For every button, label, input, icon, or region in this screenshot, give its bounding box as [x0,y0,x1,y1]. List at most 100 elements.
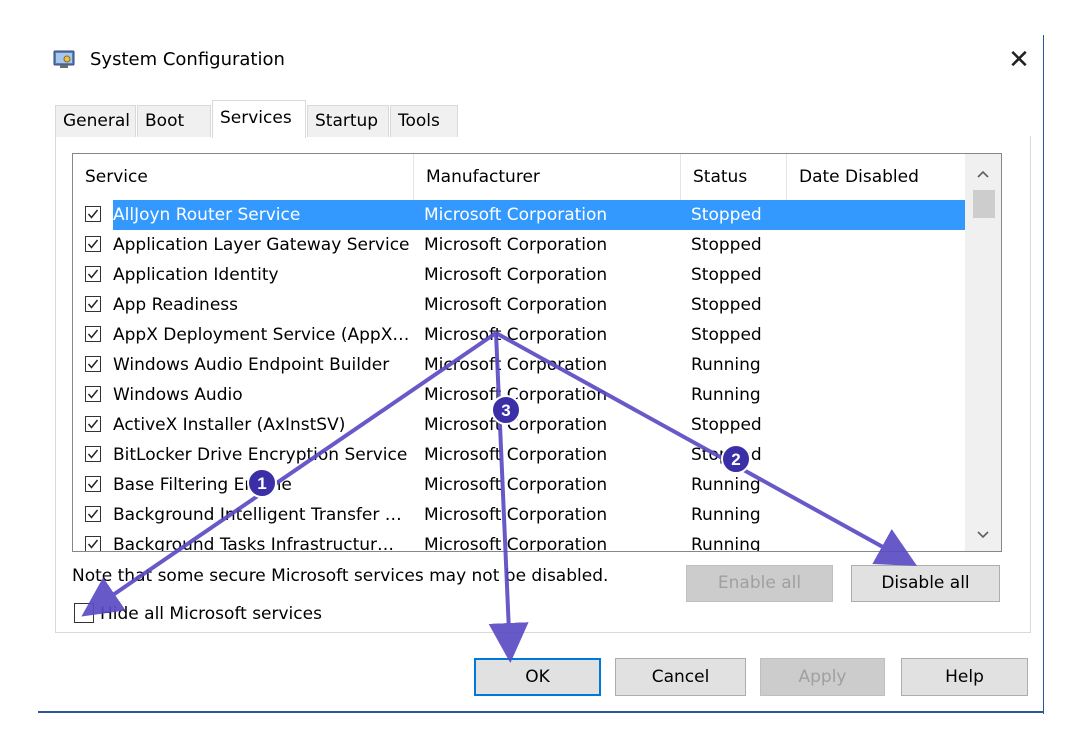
column-header-manufacturer[interactable]: Manufacturer [414,154,681,200]
service-date-disabled [797,230,957,260]
vertical-scrollbar[interactable] [965,154,1001,551]
tab-general[interactable]: General [55,105,136,137]
service-status: Stopped [691,325,762,345]
service-name: Base Filtering Engine [113,475,292,495]
window-title: System Configuration [90,49,285,70]
disable-all-button[interactable]: Disable all [851,565,1000,602]
service-status: Running [691,535,761,552]
secure-services-note: Note that some secure Microsoft services… [72,566,609,586]
service-date-disabled [797,470,957,500]
service-manufacturer: Microsoft Corporation [424,415,608,435]
table-row[interactable]: AllJoyn Router Service Microsoft Corporat… [73,200,966,230]
scroll-up-arrow-icon[interactable] [965,158,1001,192]
service-manufacturer: Microsoft Corporation [424,535,608,552]
service-manufacturer: Microsoft Corporation [424,265,608,285]
system-config-icon [53,50,75,70]
cancel-button[interactable]: Cancel [615,658,746,696]
table-row[interactable]: App Readiness Microsoft Corporation Stoppe… [73,290,966,320]
service-status: Stopped [691,445,762,465]
service-checkbox[interactable] [85,536,101,551]
service-status: Running [691,355,761,375]
system-configuration-window: System Configuration ✕ General Boot Serv… [0,0,1080,733]
service-name: Application Layer Gateway Service [113,235,410,255]
window-border-right [1043,35,1044,714]
service-date-disabled [797,320,957,350]
table-row[interactable]: Base Filtering Engine Microsoft Corporati… [73,470,966,500]
service-name: Windows Audio [113,385,243,405]
tab-tools[interactable]: Tools [390,105,458,137]
service-manufacturer: Microsoft Corporation [424,355,608,375]
list-header: Service Manufacturer Status Date Disable… [73,154,966,200]
apply-button[interactable]: Apply [760,658,885,696]
service-status: Stopped [691,265,762,285]
service-checkbox[interactable] [85,506,101,522]
table-row[interactable]: Application Layer Gateway Service Microso… [73,230,966,260]
tab-startup[interactable]: Startup [307,105,389,137]
enable-all-button[interactable]: Enable all [686,565,833,602]
service-date-disabled [797,260,957,290]
services-list[interactable]: Service Manufacturer Status Date Disable… [72,153,1002,552]
service-date-disabled [797,290,957,320]
table-row[interactable]: Windows Audio Microsoft Corporation Runnin… [73,380,966,410]
table-row[interactable]: Background Intelligent Transfer … Microso… [73,500,966,530]
service-status: Running [691,475,761,495]
service-status: Stopped [691,415,762,435]
service-checkbox[interactable] [85,416,101,432]
service-status: Running [691,505,761,525]
table-row[interactable]: BitLocker Drive Encryption Service Micros… [73,440,966,470]
service-name: App Readiness [113,295,239,315]
service-checkbox[interactable] [85,476,101,492]
service-status: Stopped [691,295,762,315]
table-row[interactable]: Application Identity Microsoft Corporatio… [73,260,966,290]
hide-microsoft-services-label[interactable]: Hide all Microsoft services [100,604,322,624]
ok-button[interactable]: OK [474,658,601,696]
table-row[interactable]: Background Tasks Infrastructur… Microsoft… [73,530,966,552]
tab-boot[interactable]: Boot [137,105,211,137]
service-status: Running [691,385,761,405]
service-checkbox[interactable] [85,296,101,312]
column-header-service[interactable]: Service [73,154,414,200]
table-row[interactable]: ActiveX Installer (AxInstSV) Microsoft Co… [73,410,966,440]
service-name: Background Intelligent Transfer … [113,505,402,525]
column-header-date-disabled[interactable]: Date Disabled [787,154,966,200]
tab-services[interactable]: Services [212,100,306,138]
service-name: ActiveX Installer (AxInstSV) [113,415,346,435]
window-border-bottom [38,711,1044,713]
service-date-disabled [797,200,957,230]
scroll-down-arrow-icon[interactable] [965,519,1001,551]
service-status: Stopped [691,205,762,225]
scrollbar-thumb[interactable] [973,190,995,218]
service-manufacturer: Microsoft Corporation [424,445,608,465]
help-button[interactable]: Help [901,658,1028,696]
service-name: Windows Audio Endpoint Builder [113,355,390,375]
service-status: Stopped [691,235,762,255]
service-manufacturer: Microsoft Corporation [424,475,608,495]
service-checkbox[interactable] [85,446,101,462]
service-manufacturer: Microsoft Corporation [424,505,608,525]
service-manufacturer: Microsoft Corporation [424,295,608,315]
service-date-disabled [797,410,957,440]
service-date-disabled [797,440,957,470]
service-checkbox[interactable] [85,266,101,282]
service-name: Background Tasks Infrastructur… [113,535,395,552]
service-date-disabled [797,500,957,530]
service-checkbox[interactable] [85,326,101,342]
column-header-status[interactable]: Status [681,154,787,200]
service-name: AllJoyn Router Service [113,205,301,225]
service-checkbox[interactable] [85,236,101,252]
hide-microsoft-services-checkbox[interactable] [74,603,94,623]
service-name: Application Identity [113,265,279,285]
table-row[interactable]: Windows Audio Endpoint Builder Microsoft … [73,350,966,380]
service-manufacturer: Microsoft Corporation [424,235,608,255]
service-checkbox[interactable] [85,356,101,372]
service-checkbox[interactable] [85,206,101,222]
service-name: BitLocker Drive Encryption Service [113,445,408,465]
service-date-disabled [797,530,957,551]
table-row[interactable]: AppX Deployment Service (AppX… Microsoft … [73,320,966,350]
service-name: AppX Deployment Service (AppX… [113,325,410,345]
service-manufacturer: Microsoft Corporation [424,205,608,225]
service-date-disabled [797,380,957,410]
service-checkbox[interactable] [85,386,101,402]
close-button[interactable]: ✕ [1002,44,1036,78]
service-manufacturer: Microsoft Corporation [424,325,608,345]
